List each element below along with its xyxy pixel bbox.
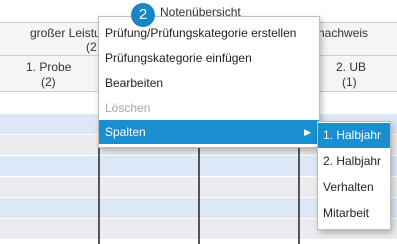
menu-item-edit[interactable]: Bearbeiten <box>99 71 319 95</box>
chevron-right-icon: ▶ <box>304 127 311 137</box>
menu-item-create-exam[interactable]: Prüfung/Prüfungskategorie erstellen <box>99 21 319 45</box>
submenu-item-second-half[interactable]: 2. Halbjahr <box>318 149 390 174</box>
step-badge: 2 <box>131 3 155 27</box>
column-header-probe[interactable]: 1. Probe <box>26 60 71 74</box>
column-divider-dark <box>198 146 200 244</box>
menu-item-delete: Löschen <box>105 101 151 115</box>
column-header-ub-count: (1) <box>342 75 357 89</box>
column-header-ub[interactable]: 2. UB <box>336 60 366 74</box>
menu-item-columns-label: Spalten <box>105 125 146 139</box>
columns-submenu: 1. Halbjahr 2. Halbjahr Verhalten Mitarb… <box>317 121 391 230</box>
group-header-left[interactable]: großer Leistu <box>30 26 101 40</box>
group-header-left-count: (2 <box>86 40 97 54</box>
column-divider-dark <box>98 146 100 244</box>
context-menu: Prüfung/Prüfungskategorie erstellen Prüf… <box>98 16 320 148</box>
submenu-item-first-half[interactable]: 1. Halbjahr <box>318 123 390 148</box>
menu-item-insert-category[interactable]: Prüfungskategorie einfügen <box>99 46 319 70</box>
submenu-item-participation[interactable]: Mitarbeit <box>318 201 390 226</box>
menu-item-columns[interactable]: Spalten ▶ <box>99 120 319 144</box>
group-header-right[interactable]: nachweis <box>318 26 368 40</box>
column-divider-dark <box>298 146 300 244</box>
column-header-probe-count: (2) <box>41 75 56 89</box>
submenu-item-behavior[interactable]: Verhalten <box>318 175 390 200</box>
